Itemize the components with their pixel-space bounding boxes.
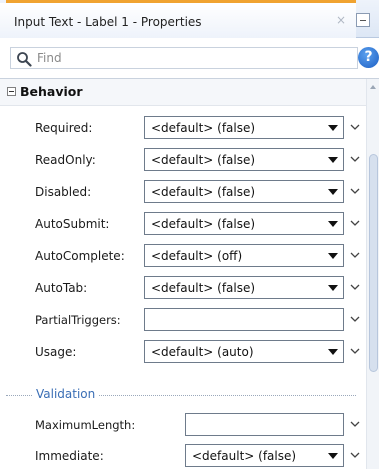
properties-panel: Behavior Required: <default> (false) Rea… <box>0 78 379 469</box>
subsection-title: Validation <box>32 387 100 401</box>
chevron-down-icon[interactable] <box>349 420 361 428</box>
chevron-down-icon[interactable] <box>349 219 361 227</box>
property-label: Immediate: <box>35 449 104 463</box>
dropdown-arrow-icon[interactable] <box>328 453 338 459</box>
search-icon <box>17 52 32 67</box>
readonly-select[interactable]: <default> (false) <box>144 148 344 171</box>
chevron-down-icon[interactable] <box>349 155 361 163</box>
dropdown-arrow-icon[interactable] <box>328 253 338 259</box>
behavior-section-header[interactable]: Behavior <box>0 79 366 106</box>
autocomplete-select[interactable]: <default> (off) <box>144 244 344 267</box>
help-icon[interactable]: ? <box>358 47 379 68</box>
select-value: <default> (false) <box>151 153 256 167</box>
property-row-readonly: ReadOnly: <default> (false) <box>0 144 366 176</box>
scroll-up-arrow-icon[interactable] <box>370 85 376 89</box>
property-label: MaximumLength: <box>35 418 136 432</box>
immediate-select[interactable]: <default> (false) <box>185 444 344 467</box>
dropdown-arrow-icon[interactable] <box>328 157 338 163</box>
property-label: ReadOnly: <box>35 153 96 167</box>
chevron-down-icon[interactable] <box>349 251 361 259</box>
property-label: Disabled: <box>35 185 92 199</box>
minimize-icon[interactable] <box>356 13 370 27</box>
required-select[interactable]: <default> (false) <box>144 116 344 139</box>
select-value: <default> (false) <box>151 281 256 295</box>
disabled-select[interactable]: <default> (false) <box>144 180 344 203</box>
dropdown-arrow-icon[interactable] <box>328 221 338 227</box>
collapse-icon[interactable] <box>7 87 16 96</box>
property-label: AutoSubmit: <box>35 217 110 231</box>
autotab-select[interactable]: <default> (false) <box>144 276 344 299</box>
select-value: <default> (false) <box>151 121 256 135</box>
property-label: Required: <box>35 121 93 135</box>
property-row-maximumlength: MaximumLength: <box>0 409 366 441</box>
properties-window-titlebar: Input Text - Label 1 - Properties × <box>0 0 379 38</box>
search-box[interactable] <box>10 47 358 69</box>
dropdown-arrow-icon[interactable] <box>328 349 338 355</box>
section-title: Behavior <box>20 84 83 99</box>
dropdown-arrow-icon[interactable] <box>328 189 338 195</box>
search-bar: ? <box>0 38 379 78</box>
close-tab-icon[interactable]: × <box>334 13 348 27</box>
property-row-autotab: AutoTab: <default> (false) <box>0 272 366 304</box>
select-value: <default> (false) <box>151 217 256 231</box>
select-value: <default> (off) <box>151 249 243 263</box>
property-row-disabled: Disabled: <default> (false) <box>0 176 366 208</box>
usage-select[interactable]: <default> (auto) <box>144 340 344 363</box>
chevron-down-icon[interactable] <box>349 451 361 459</box>
property-row-autocomplete: AutoComplete: <default> (off) <box>0 240 366 272</box>
chevron-down-icon[interactable] <box>349 187 361 195</box>
property-label: AutoTab: <box>35 281 88 295</box>
property-row-autosubmit: AutoSubmit: <default> (false) <box>0 208 366 240</box>
window-title: Input Text - Label 1 - Properties <box>14 15 202 29</box>
validation-subsection[interactable]: Validation <box>0 384 366 406</box>
vertical-scrollbar[interactable] <box>366 79 379 469</box>
chevron-down-icon[interactable] <box>349 123 361 131</box>
select-value: <default> (auto) <box>151 345 254 359</box>
property-row-immediate: Immediate: <default> (false) <box>0 440 366 472</box>
property-label: Usage: <box>35 345 77 359</box>
active-tab-accent <box>6 0 356 3</box>
chevron-down-icon[interactable] <box>349 347 361 355</box>
select-value: <default> (false) <box>151 185 256 199</box>
select-value: <default> (false) <box>192 449 297 463</box>
property-row-usage: Usage: <default> (auto) <box>0 336 366 368</box>
property-label: AutoComplete: <box>35 249 125 263</box>
scrollbar-thumb[interactable] <box>369 154 378 372</box>
property-label: PartialTriggers: <box>35 313 121 327</box>
autosubmit-select[interactable]: <default> (false) <box>144 212 344 235</box>
property-row-partialtriggers: PartialTriggers: <box>0 304 366 336</box>
dropdown-arrow-icon[interactable] <box>328 125 338 131</box>
find-input[interactable] <box>37 49 347 67</box>
property-row-required: Required: <default> (false) <box>0 112 366 144</box>
chevron-down-icon[interactable] <box>349 315 361 323</box>
dropdown-arrow-icon[interactable] <box>328 285 338 291</box>
partialtriggers-field[interactable] <box>144 308 344 331</box>
maximumlength-field[interactable] <box>185 413 344 436</box>
chevron-down-icon[interactable] <box>349 283 361 291</box>
